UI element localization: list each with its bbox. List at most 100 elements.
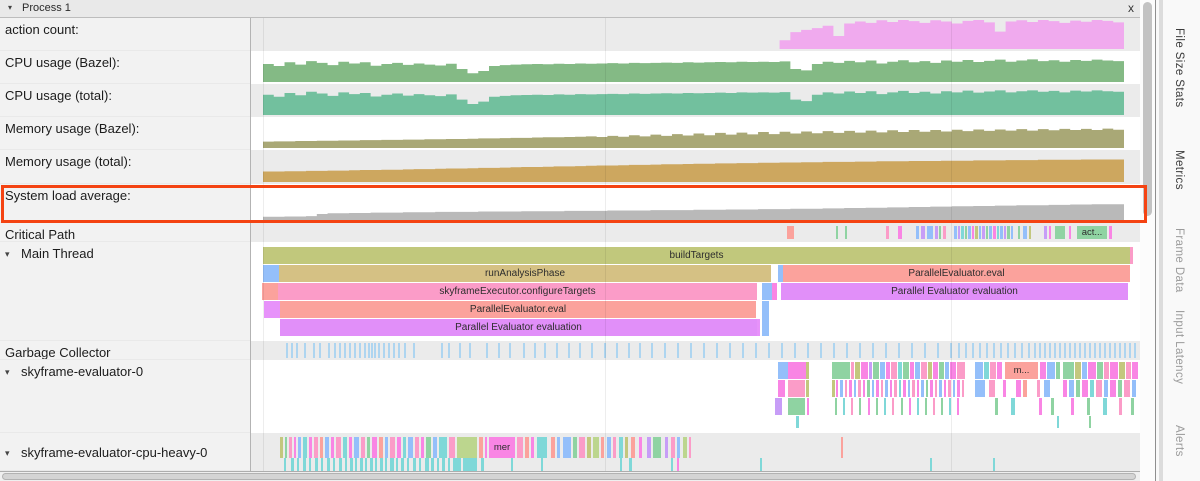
track-bar[interactable] bbox=[314, 437, 318, 458]
track-bar[interactable] bbox=[327, 458, 330, 471]
track-bar[interactable] bbox=[303, 458, 306, 471]
track-bar[interactable] bbox=[849, 380, 852, 397]
track-bar[interactable] bbox=[1037, 380, 1040, 397]
track-bar[interactable] bbox=[854, 380, 856, 397]
gc-tick[interactable] bbox=[304, 343, 306, 358]
track-bar[interactable] bbox=[1044, 380, 1050, 397]
gc-tick[interactable] bbox=[498, 343, 500, 358]
flame-segment[interactable]: ParallelEvaluator.eval bbox=[783, 265, 1130, 282]
vertical-scrollbar-thumb[interactable] bbox=[1143, 2, 1152, 216]
track-bar[interactable] bbox=[665, 437, 668, 458]
track-bar[interactable] bbox=[537, 437, 547, 458]
track-bar[interactable] bbox=[442, 458, 445, 471]
track-label-skyframe-evaluator-0[interactable]: ▾skyframe-evaluator-0 bbox=[0, 360, 250, 433]
track-bar[interactable] bbox=[683, 437, 687, 458]
track-bar[interactable] bbox=[619, 437, 623, 458]
track-bar[interactable] bbox=[912, 380, 915, 397]
track-bar[interactable] bbox=[915, 362, 920, 379]
gc-tick[interactable] bbox=[1079, 343, 1081, 358]
gc-tick[interactable] bbox=[1099, 343, 1101, 358]
track-bar[interactable] bbox=[939, 226, 941, 239]
gc-tick[interactable] bbox=[398, 343, 400, 358]
track-bar[interactable] bbox=[1082, 380, 1088, 397]
gc-tick[interactable] bbox=[544, 343, 546, 358]
tab-frame-data[interactable]: Frame Data bbox=[1173, 228, 1185, 293]
track-bar[interactable] bbox=[639, 437, 642, 458]
track-bar[interactable] bbox=[898, 226, 902, 239]
track-bar[interactable] bbox=[957, 398, 959, 415]
gc-tick[interactable] bbox=[1000, 343, 1002, 358]
track-bar[interactable] bbox=[280, 437, 283, 458]
track-bar[interactable] bbox=[631, 437, 635, 458]
track-bar[interactable] bbox=[625, 437, 628, 458]
track-bar[interactable] bbox=[1011, 226, 1013, 239]
track-bar[interactable] bbox=[350, 458, 353, 471]
track-bar[interactable] bbox=[541, 458, 543, 471]
cpu-usage-total-chart[interactable] bbox=[263, 86, 1124, 115]
track-bar[interactable] bbox=[855, 362, 860, 379]
track-bar[interactable] bbox=[289, 437, 292, 458]
track-bar[interactable] bbox=[788, 398, 805, 415]
tab-alerts[interactable]: Alerts bbox=[1173, 425, 1185, 457]
flame-segment[interactable] bbox=[762, 283, 772, 300]
track-bar[interactable] bbox=[954, 226, 957, 239]
gc-tick[interactable] bbox=[334, 343, 336, 358]
track-bar[interactable] bbox=[872, 380, 874, 397]
track-bar[interactable] bbox=[885, 380, 888, 397]
gc-tick[interactable] bbox=[579, 343, 581, 358]
track-bar[interactable] bbox=[1057, 416, 1059, 428]
track-bar[interactable] bbox=[385, 437, 388, 458]
gc-tick[interactable] bbox=[313, 343, 315, 358]
track-bar[interactable] bbox=[1090, 380, 1094, 397]
track-bar[interactable] bbox=[990, 362, 996, 379]
gc-tick[interactable] bbox=[486, 343, 488, 358]
track-bar[interactable] bbox=[1023, 226, 1027, 239]
track-bar[interactable] bbox=[910, 362, 914, 379]
track-bar[interactable] bbox=[485, 437, 487, 458]
gc-tick[interactable] bbox=[1007, 343, 1009, 358]
vertical-scrollbar[interactable] bbox=[1140, 0, 1155, 481]
track-bar[interactable] bbox=[925, 398, 927, 415]
gc-tick[interactable] bbox=[1028, 343, 1030, 358]
track-bar[interactable] bbox=[525, 437, 529, 458]
gc-tick[interactable] bbox=[986, 343, 988, 358]
track-bar[interactable] bbox=[961, 226, 964, 239]
track-bar[interactable] bbox=[851, 398, 853, 415]
track-bar[interactable] bbox=[303, 437, 307, 458]
track-bar[interactable] bbox=[1044, 226, 1047, 239]
track-bar[interactable] bbox=[1023, 380, 1027, 397]
track-bar[interactable] bbox=[845, 226, 847, 239]
track-bar[interactable] bbox=[975, 362, 983, 379]
track-bar[interactable] bbox=[1039, 398, 1042, 415]
gc-tick[interactable] bbox=[885, 343, 887, 358]
track-bar[interactable]: act... bbox=[1077, 226, 1107, 239]
flame-segment[interactable] bbox=[262, 283, 278, 300]
track-bar[interactable] bbox=[943, 226, 946, 239]
gc-tick[interactable] bbox=[469, 343, 471, 358]
gc-tick[interactable] bbox=[1089, 343, 1091, 358]
track-bar[interactable] bbox=[336, 437, 341, 458]
track-bar[interactable] bbox=[315, 458, 318, 471]
track-bar[interactable] bbox=[1110, 362, 1118, 379]
track-bar[interactable] bbox=[361, 437, 365, 458]
gc-tick[interactable] bbox=[509, 343, 511, 358]
track-bar[interactable] bbox=[331, 437, 334, 458]
track-bar[interactable] bbox=[1131, 398, 1134, 415]
gc-tick[interactable] bbox=[1014, 343, 1016, 358]
gc-tick[interactable] bbox=[354, 343, 356, 358]
track-bar[interactable] bbox=[1097, 362, 1103, 379]
track-bar[interactable] bbox=[972, 226, 974, 239]
track-bar[interactable] bbox=[298, 437, 301, 458]
track-bar[interactable] bbox=[1040, 362, 1046, 379]
gc-tick[interactable] bbox=[291, 343, 293, 358]
track-bar[interactable] bbox=[903, 380, 906, 397]
gc-tick[interactable] bbox=[1114, 343, 1116, 358]
gc-tick[interactable] bbox=[1134, 343, 1136, 358]
track-bar[interactable] bbox=[425, 458, 429, 471]
track-bar[interactable] bbox=[941, 398, 943, 415]
track-bar[interactable] bbox=[380, 458, 383, 471]
track-bar[interactable] bbox=[325, 437, 329, 458]
track-bar[interactable] bbox=[345, 458, 347, 471]
gc-tick[interactable] bbox=[993, 343, 995, 358]
track-bar[interactable] bbox=[320, 437, 323, 458]
